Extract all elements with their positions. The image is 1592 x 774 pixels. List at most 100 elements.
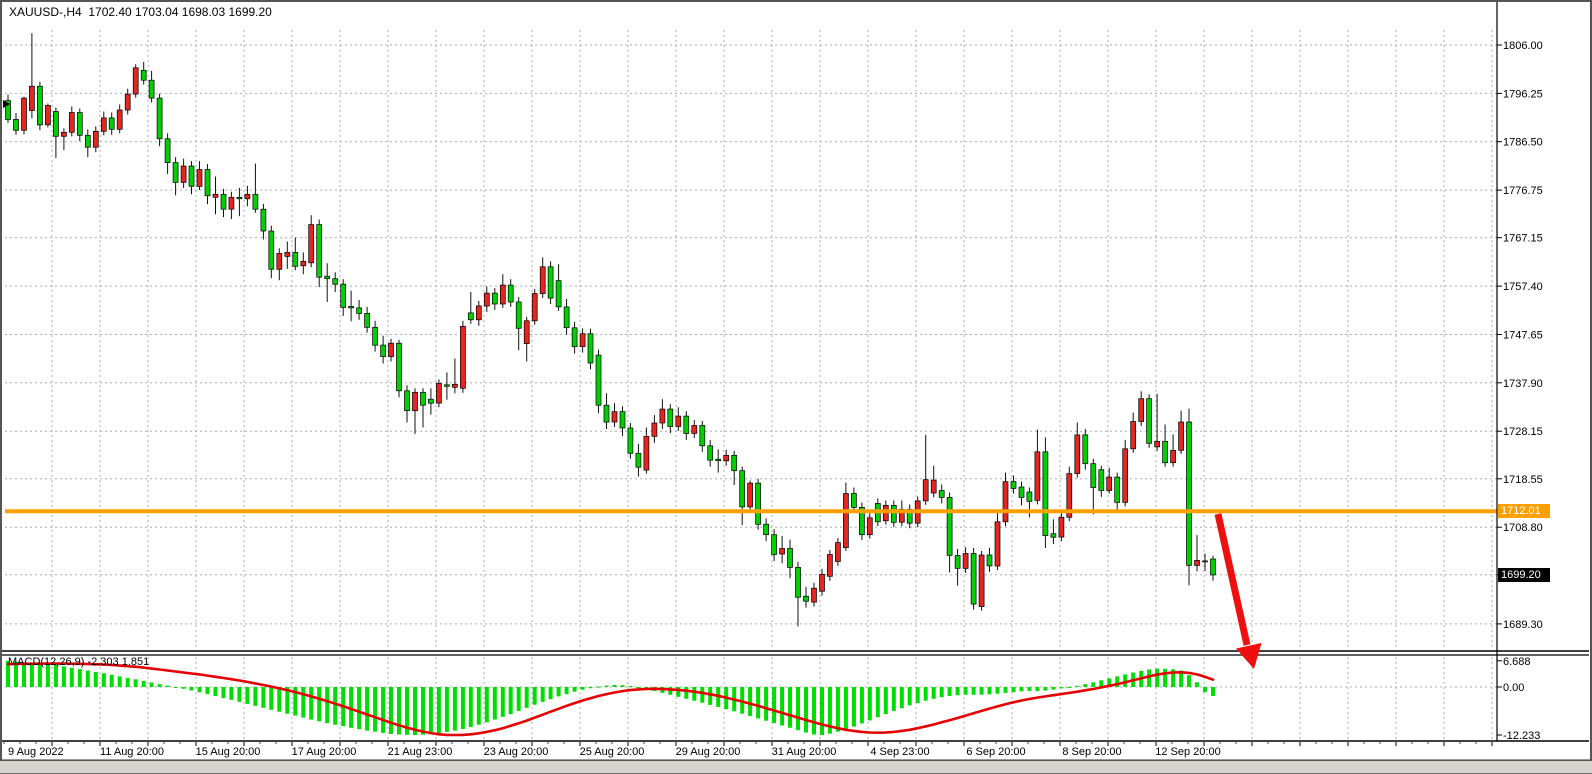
price-tick-label: 1806.00 (1503, 40, 1543, 52)
candle-body (556, 281, 561, 307)
candle-body (1147, 399, 1152, 444)
price-tick-label: 1757.40 (1503, 281, 1543, 293)
candle-body (301, 261, 306, 266)
candle-body (620, 412, 625, 428)
candle-body (692, 426, 697, 434)
candle-body (740, 471, 745, 507)
candle-body (53, 112, 58, 137)
time-tick-label: 8 Sep 20:00 (1062, 746, 1121, 758)
candle-body (221, 194, 226, 209)
candle-body (381, 345, 386, 356)
chart-canvas[interactable]: 1806.001796.251786.501776.751767.151757.… (0, 0, 1592, 772)
candle-body (1059, 517, 1064, 537)
macd-tick-label: 0.00 (1503, 682, 1524, 694)
candle-body (756, 483, 761, 524)
candle-body (971, 554, 976, 605)
candle-body (189, 166, 194, 186)
candle-body (1115, 477, 1120, 502)
candle-body (572, 328, 577, 347)
candle-body (421, 392, 426, 405)
candle-body (780, 549, 785, 555)
symbol-title: XAUUSD-,H4 1702.40 1703.04 1698.03 1699.… (9, 5, 272, 19)
candle-body (508, 285, 513, 302)
candle-body (732, 455, 737, 470)
time-tick-label: 4 Sep 23:00 (870, 746, 929, 758)
candle-body (724, 455, 729, 461)
candle-body (524, 321, 529, 344)
candle-body (1027, 492, 1032, 501)
candle-body (37, 86, 42, 125)
candle-body (476, 306, 481, 320)
time-tick-label: 31 Aug 20:00 (772, 746, 837, 758)
time-tick-label: 23 Aug 20:00 (484, 746, 549, 758)
price-tick-label: 1708.80 (1503, 522, 1543, 534)
candle-body (460, 326, 465, 388)
candle-body (604, 405, 609, 422)
candle-body (333, 279, 338, 285)
candle-body (29, 86, 34, 110)
candle-body (548, 267, 553, 298)
candle-body (676, 416, 681, 426)
candle-body (444, 385, 449, 387)
candles-layer[interactable] (6, 33, 1216, 626)
candle-body (69, 113, 74, 133)
candle-body (269, 231, 274, 269)
candle-body (1051, 534, 1056, 538)
candle-body (285, 252, 290, 256)
candle-body (796, 567, 801, 597)
candle-body (851, 494, 856, 508)
macd-signal-line[interactable] (8, 664, 1213, 736)
candle-body (835, 543, 840, 562)
candle-body (109, 118, 114, 129)
macd-tick-label: 6.688 (1503, 656, 1531, 668)
candle-body (987, 555, 992, 566)
candle-body (540, 267, 545, 294)
candle-body (1107, 477, 1112, 490)
candle-body (237, 197, 242, 199)
candle-body (61, 132, 66, 136)
time-tick-label: 6 Sep 20:00 (966, 746, 1025, 758)
candle-body (165, 139, 170, 163)
candle-body (205, 170, 210, 196)
candle-body (644, 436, 649, 470)
candle-body (389, 343, 394, 356)
candle-body (660, 409, 665, 423)
time-axis[interactable]: 9 Aug 202211 Aug 20:0015 Aug 20:0017 Aug… (4, 742, 1492, 758)
candle-body (1075, 435, 1080, 474)
candle-body (22, 98, 27, 130)
candle-body (923, 480, 928, 501)
time-tick-label: 25 Aug 20:00 (580, 746, 645, 758)
candle-body (1131, 422, 1136, 449)
candle-body (827, 555, 832, 577)
candle-body (93, 131, 98, 147)
candle-body (963, 554, 968, 569)
candle-body (716, 459, 721, 461)
time-tick-label: 17 Aug 20:00 (292, 746, 357, 758)
candle-body (867, 518, 872, 535)
candle-body (452, 384, 457, 387)
hline-price-label[interactable]: 1712.01 (1498, 504, 1550, 518)
candle-body (588, 334, 593, 363)
candle-body (181, 166, 186, 182)
candle-body (1163, 441, 1168, 462)
candle-body (532, 294, 537, 321)
candle-body (1211, 559, 1216, 575)
price-tick-label: 1767.15 (1503, 233, 1543, 245)
candle-body (45, 106, 50, 125)
candle-body (1083, 435, 1088, 464)
candle-body (939, 491, 944, 498)
candle-body (197, 170, 202, 187)
candle-body (1123, 449, 1128, 503)
candle-body (652, 423, 657, 436)
candle-body (995, 522, 1000, 566)
candle-body (101, 118, 106, 131)
candle-body (157, 98, 162, 139)
grid-vertical-lines (52, 30, 1492, 740)
candle-body (1019, 487, 1024, 497)
candle-body (700, 426, 705, 446)
price-tick-label: 1718.55 (1503, 474, 1543, 486)
candle-body (349, 306, 354, 308)
candle-body (373, 327, 378, 345)
price-tick-label: 1737.90 (1503, 378, 1543, 390)
sell-arrow-annotation[interactable] (1218, 514, 1262, 669)
